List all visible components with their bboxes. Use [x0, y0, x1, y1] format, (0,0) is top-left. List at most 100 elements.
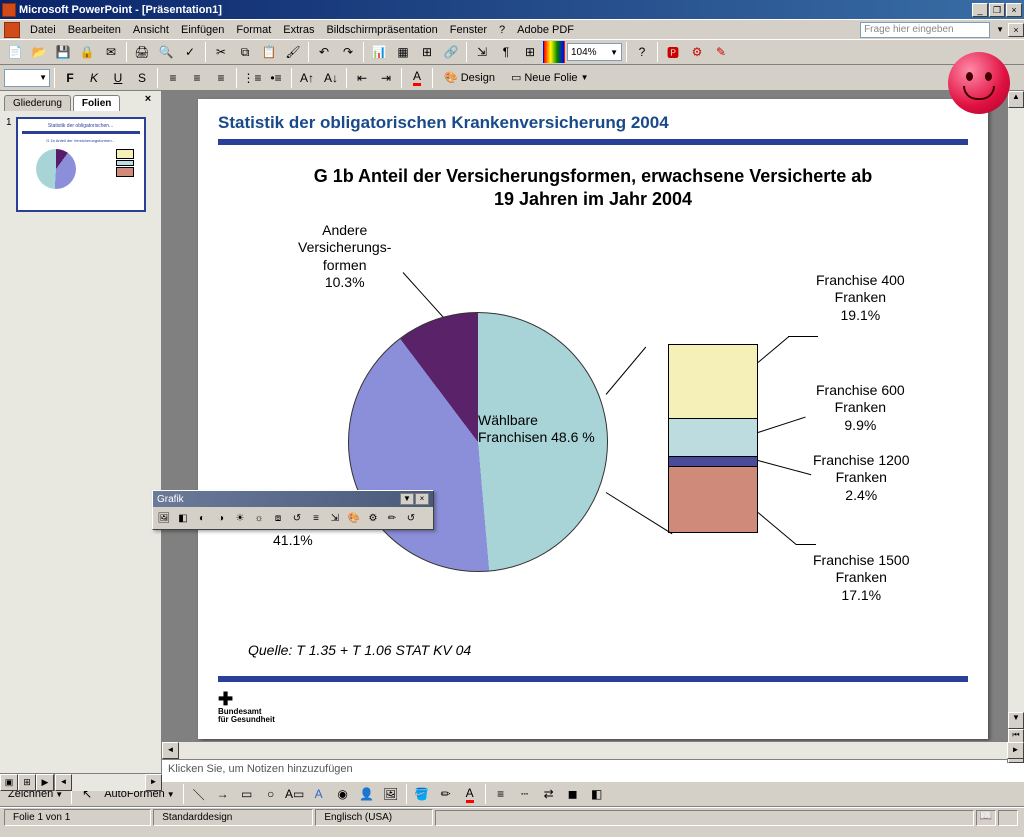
spellcheck-icon[interactable]: ✓: [179, 41, 201, 63]
tab-outline[interactable]: Gliederung: [4, 95, 71, 111]
decrease-indent-icon[interactable]: ⇤: [351, 67, 373, 89]
insert-picture-icon[interactable]: 🖼: [155, 509, 173, 527]
copy-icon[interactable]: ⧉: [234, 41, 256, 63]
new-slide-button[interactable]: ▭Neue Folie▼: [504, 67, 596, 89]
redo-icon[interactable]: ↷: [337, 41, 359, 63]
horizontal-scrollbar[interactable]: ◄ ►: [162, 742, 1024, 759]
menu-fenster[interactable]: Fenster: [444, 22, 493, 38]
status-language[interactable]: Englisch (USA): [315, 809, 433, 826]
cut-icon[interactable]: ✂: [210, 41, 232, 63]
format-picture-icon[interactable]: ⚙: [364, 509, 382, 527]
pdf-review-icon[interactable]: ✎: [710, 41, 732, 63]
insert-chart-icon[interactable]: 📊: [368, 41, 390, 63]
more-brightness-icon[interactable]: ☀: [231, 509, 249, 527]
3d-style-icon[interactable]: ◧: [586, 783, 608, 805]
zoom-input[interactable]: 104%▼: [567, 43, 622, 61]
expand-all-icon[interactable]: ⇲: [471, 41, 493, 63]
menu-bearbeiten[interactable]: Bearbeiten: [62, 22, 127, 38]
increase-font-icon[interactable]: A↑: [296, 67, 318, 89]
tab-slides[interactable]: Folien: [73, 95, 120, 111]
line-color-icon[interactable]: ✏: [435, 783, 457, 805]
font-size-input[interactable]: ▼: [4, 69, 50, 87]
status-spellcheck-icon[interactable]: 📖: [976, 810, 996, 826]
doc-close-button[interactable]: ×: [1008, 23, 1024, 37]
menu-ansicht[interactable]: Ansicht: [127, 22, 175, 38]
slide-thumbnail[interactable]: Statistik der obligatorischen... G 1b An…: [16, 117, 146, 212]
bold-icon[interactable]: F: [59, 67, 81, 89]
increase-indent-icon[interactable]: ⇥: [375, 67, 397, 89]
print-preview-icon[interactable]: 🔍: [155, 41, 177, 63]
slide-canvas[interactable]: Statistik der obligatorischen Krankenver…: [162, 91, 1024, 741]
normal-view-icon[interactable]: ▣: [0, 774, 18, 791]
sorter-view-icon[interactable]: ⊞: [18, 774, 36, 791]
tables-borders-icon[interactable]: ⊞: [416, 41, 438, 63]
font-color-icon2[interactable]: A: [459, 783, 481, 805]
help-search-input[interactable]: Frage hier eingeben: [860, 22, 990, 38]
grafik-options-icon[interactable]: ▼: [400, 493, 414, 505]
italic-icon[interactable]: K: [83, 67, 105, 89]
line-weight-icon[interactable]: ≡: [490, 783, 512, 805]
recolor-icon[interactable]: 🎨: [345, 509, 363, 527]
align-center-icon[interactable]: ≡: [186, 67, 208, 89]
clipart-icon[interactable]: 👤: [356, 783, 378, 805]
vertical-scrollbar[interactable]: ▲ ▼ ⏮ ⏭: [1007, 91, 1024, 763]
pdf-settings-icon[interactable]: ⚙: [686, 41, 708, 63]
menu-extras[interactable]: Extras: [277, 22, 320, 38]
menu-einfuegen[interactable]: Einfügen: [175, 22, 230, 38]
line-icon[interactable]: ＼: [188, 783, 210, 805]
slideshow-view-icon[interactable]: ▶: [36, 774, 54, 791]
fill-color-icon[interactable]: 🪣: [411, 783, 433, 805]
underline-icon[interactable]: U: [107, 67, 129, 89]
arrow-icon[interactable]: →: [212, 783, 234, 805]
less-contrast-icon[interactable]: ◑: [212, 509, 230, 527]
panel-close-button[interactable]: ×: [141, 93, 155, 107]
insert-table-icon[interactable]: ▦: [392, 41, 414, 63]
slide-content[interactable]: Statistik der obligatorischen Krankenver…: [198, 99, 988, 739]
scroll-down-icon[interactable]: ▼: [1008, 712, 1024, 729]
new-file-icon[interactable]: 📄: [4, 41, 26, 63]
show-formatting-icon[interactable]: ¶: [495, 41, 517, 63]
decrease-font-icon[interactable]: A↓: [320, 67, 342, 89]
undo-icon[interactable]: ↶: [313, 41, 335, 63]
font-color-icon[interactable]: A: [406, 67, 428, 89]
menu-bildschirmpraesentation[interactable]: Bildschirmpräsentation: [320, 22, 443, 38]
window-minimize-button[interactable]: _: [972, 3, 988, 17]
assistant-smiley-icon[interactable]: [948, 52, 1010, 114]
crop-icon[interactable]: ⧈: [269, 509, 287, 527]
menu-datei[interactable]: Datei: [24, 22, 62, 38]
line-style-icon[interactable]: ≡: [307, 509, 325, 527]
rotate-left-icon[interactable]: ↺: [288, 509, 306, 527]
insert-image-icon[interactable]: 🖼: [380, 783, 402, 805]
show-grid-icon[interactable]: ⊞: [519, 41, 541, 63]
numbering-icon[interactable]: ⋮≡: [241, 67, 263, 89]
help-dropdown-icon[interactable]: ▼: [996, 25, 1004, 34]
notes-pane[interactable]: Klicken Sie, um Notizen hinzuzufügen: [162, 759, 1024, 781]
more-contrast-icon[interactable]: ◐: [193, 509, 211, 527]
textbox-icon[interactable]: A▭: [284, 783, 306, 805]
insert-hyperlink-icon[interactable]: 🔗: [440, 41, 462, 63]
compress-icon[interactable]: ⇲: [326, 509, 344, 527]
print-icon[interactable]: 🖨: [131, 41, 153, 63]
open-file-icon[interactable]: 📂: [28, 41, 50, 63]
save-icon[interactable]: 💾: [52, 41, 74, 63]
window-restore-button[interactable]: ❐: [989, 3, 1005, 17]
less-brightness-icon[interactable]: ☼: [250, 509, 268, 527]
oval-icon[interactable]: ○: [260, 783, 282, 805]
arrow-style-icon[interactable]: ⇄: [538, 783, 560, 805]
wordart-icon[interactable]: A: [308, 783, 330, 805]
align-right-icon[interactable]: ≡: [210, 67, 232, 89]
panel-scrollbar[interactable]: ◄ ►: [55, 774, 162, 791]
dash-style-icon[interactable]: ┄: [514, 783, 536, 805]
transparent-color-icon[interactable]: ✏: [383, 509, 401, 527]
shadow-icon[interactable]: S: [131, 67, 153, 89]
color-mode-icon[interactable]: ◧: [174, 509, 192, 527]
grafik-toolbar[interactable]: Grafik ▼ × 🖼 ◧ ◐ ◑ ☀ ☼ ⧈ ↺ ≡ ⇲ 🎨 ⚙ ✏ ↺: [152, 490, 434, 530]
scroll-up-icon[interactable]: ▲: [1008, 91, 1024, 108]
permission-icon[interactable]: 🔒: [76, 41, 98, 63]
rectangle-icon[interactable]: ▭: [236, 783, 258, 805]
menu-format[interactable]: Format: [230, 22, 277, 38]
menu-help[interactable]: ?: [493, 22, 511, 38]
design-button[interactable]: 🎨Design: [437, 67, 502, 89]
menu-adobe-pdf[interactable]: Adobe PDF: [511, 22, 580, 38]
shadow-style-icon[interactable]: ◼: [562, 783, 584, 805]
